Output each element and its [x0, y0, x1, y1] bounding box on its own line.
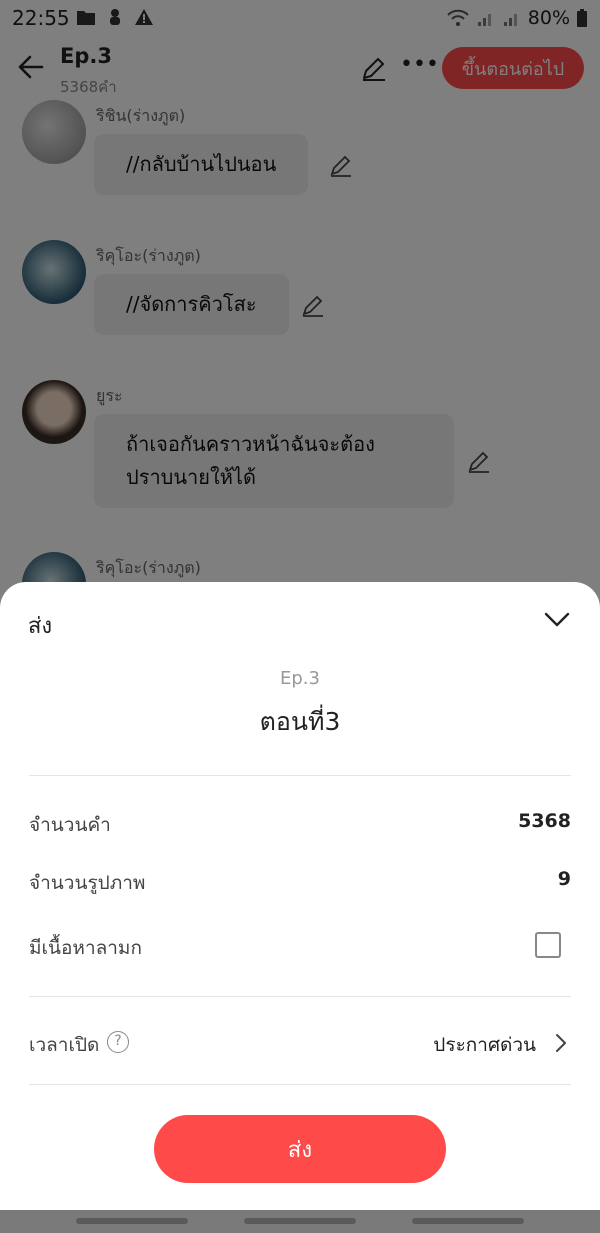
- sheet-title: ส่ง: [28, 614, 53, 639]
- chevron-right-icon[interactable]: [552, 1032, 570, 1054]
- publish-time-label: เวลาเปิด: [29, 1034, 100, 1056]
- mature-content-checkbox[interactable]: [535, 932, 561, 958]
- divider: [29, 996, 571, 997]
- publish-bottom-sheet: ส่ง Ep.3 ตอนที่3 จำนวนคำ 5368 จำนวนรูปภา…: [0, 582, 600, 1210]
- publish-time-value[interactable]: ประกาศด่วน: [433, 1030, 536, 1060]
- divider: [29, 1084, 571, 1085]
- mature-content-label: มีเนื้อหาลามก: [29, 937, 142, 959]
- submit-button[interactable]: ส่ง: [154, 1115, 446, 1183]
- word-count-value: 5368: [518, 810, 571, 832]
- nav-handle[interactable]: [412, 1218, 524, 1224]
- nav-handle[interactable]: [244, 1218, 356, 1224]
- nav-handle[interactable]: [76, 1218, 188, 1224]
- chevron-down-icon[interactable]: [540, 602, 574, 636]
- sheet-episode-name: ตอนที่3: [259, 707, 341, 736]
- system-nav-bar: [0, 1210, 600, 1233]
- word-count-label: จำนวนคำ: [29, 814, 111, 836]
- divider: [29, 775, 571, 776]
- sheet-episode-number: Ep.3: [280, 668, 320, 689]
- image-count-value: 9: [557, 868, 571, 890]
- image-count-label: จำนวนรูปภาพ: [29, 872, 146, 894]
- help-question-icon[interactable]: ?: [107, 1031, 129, 1053]
